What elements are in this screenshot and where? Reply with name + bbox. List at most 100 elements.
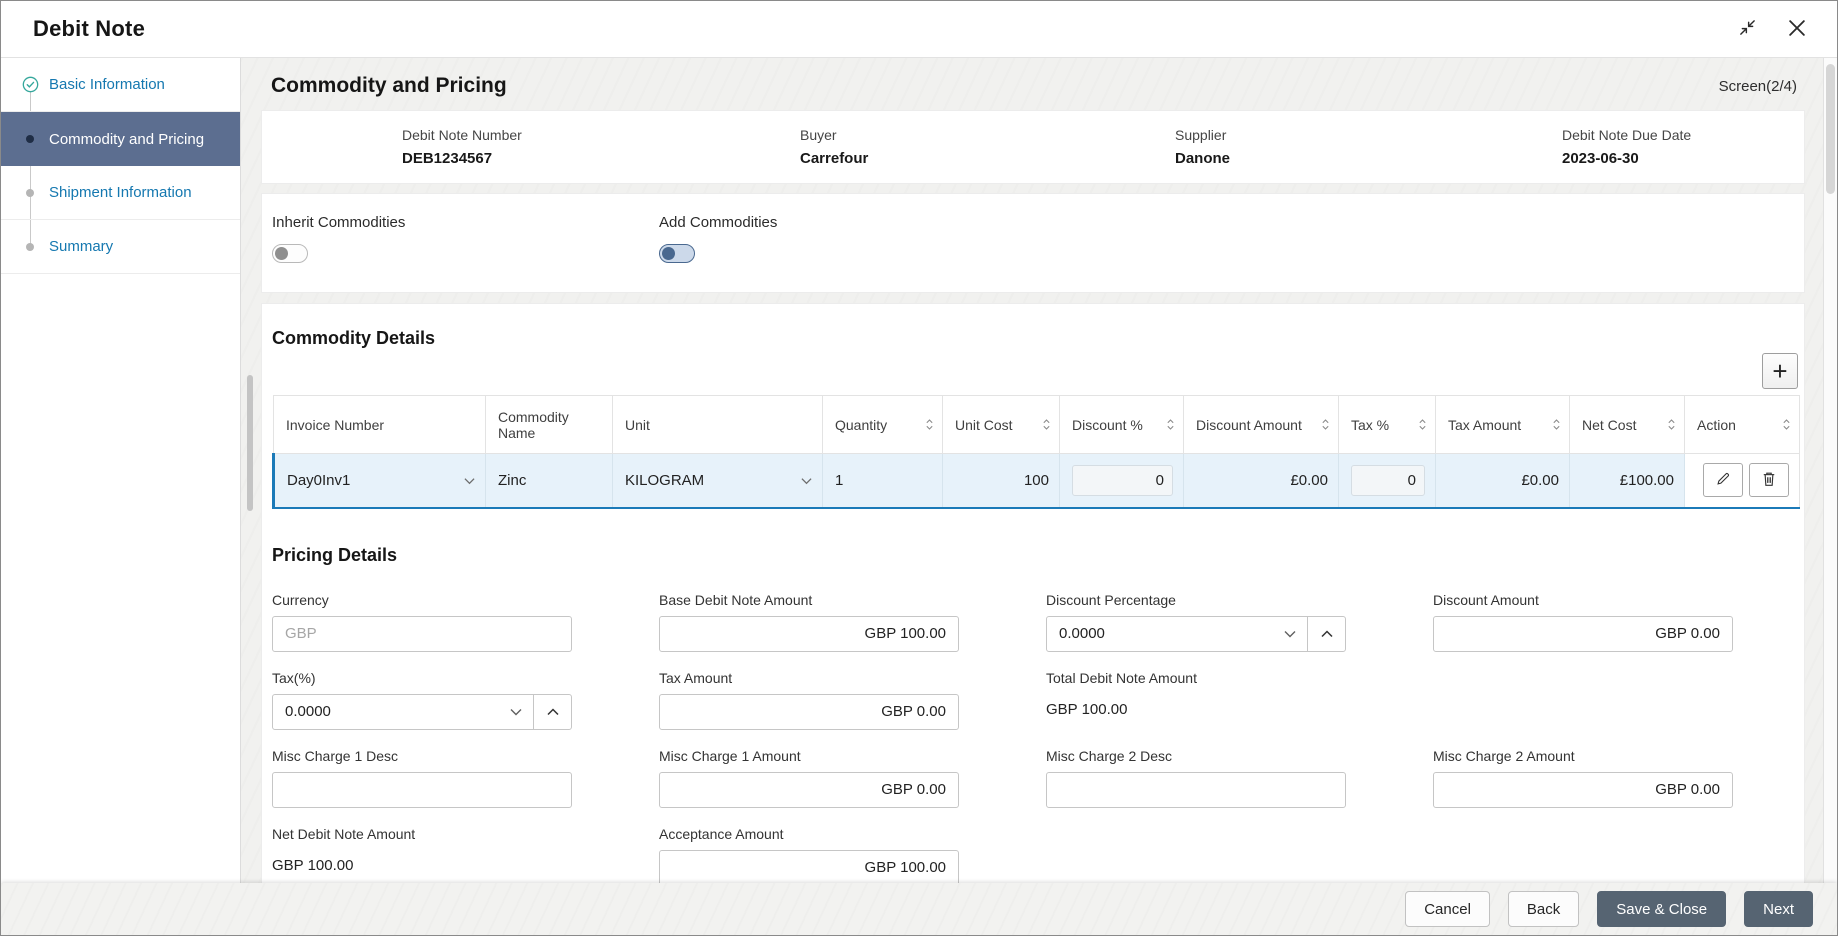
net-cost-cell: £100.00 — [1570, 454, 1685, 508]
field-value: 2023-06-30 — [1562, 150, 1804, 167]
inherit-commodities-toggle[interactable] — [272, 244, 308, 263]
edit-row-button[interactable] — [1703, 463, 1743, 497]
chevron-down-icon[interactable] — [1273, 630, 1307, 638]
unit-select[interactable]: KILOGRAM — [613, 454, 823, 508]
column-header-unit-cost: Unit Cost — [943, 396, 1060, 454]
step-dot-icon — [21, 135, 39, 143]
sort-icon[interactable] — [1782, 418, 1791, 431]
acceptance-amount-field-group: Acceptance Amount — [659, 826, 959, 884]
window-controls — [1736, 16, 1807, 42]
discount-amount-field-group: Discount Amount — [1433, 592, 1733, 652]
close-button[interactable] — [1787, 18, 1807, 41]
row-actions-cell — [1685, 454, 1800, 508]
field-label: Net Debit Note Amount — [272, 826, 572, 842]
close-icon — [1789, 20, 1805, 39]
combo-value: 0.0000 — [1047, 625, 1273, 642]
sort-icon[interactable] — [1042, 418, 1051, 431]
cancel-button[interactable]: Cancel — [1405, 891, 1490, 927]
step-summary[interactable]: Summary — [1, 220, 240, 274]
tax-percent-input[interactable]: 0 — [1351, 465, 1425, 496]
commodity-table: Invoice Number Commodity Name Unit Quant… — [272, 395, 1800, 509]
toggles-card: Inherit Commodities Add Commodities — [261, 193, 1805, 293]
sort-icon[interactable] — [1418, 418, 1427, 431]
summary-field-debit-note-number: Debit Note Number DEB1234567 — [402, 127, 800, 167]
discount-percentage-field-group: Discount Percentage 0.0000 — [1046, 592, 1346, 652]
chevron-up-icon — [1321, 626, 1333, 641]
field-label: Currency — [272, 592, 572, 608]
currency-input[interactable] — [272, 616, 572, 652]
sort-icon[interactable] — [1321, 418, 1330, 431]
chevron-down-icon[interactable] — [499, 708, 533, 716]
discount-percentage-combobox[interactable]: 0.0000 — [1046, 616, 1346, 652]
add-commodities-toggle[interactable] — [659, 244, 695, 263]
misc-charge-1-desc-group: Misc Charge 1 Desc — [272, 748, 572, 808]
tax-percent-field-group: Tax(%) 0.0000 — [272, 670, 572, 730]
field-value: Danone — [1175, 150, 1562, 167]
invoice-number-select[interactable]: Day0Inv1 — [274, 454, 486, 508]
step-label: Summary — [49, 238, 113, 255]
total-amount-field-group: Total Debit Note Amount GBP 100.00 — [1046, 670, 1346, 730]
add-commodity-button[interactable]: + — [1762, 353, 1798, 389]
chevron-down-icon — [801, 472, 812, 489]
step-label: Shipment Information — [49, 184, 192, 201]
commodity-table-row: Day0Inv1 Zinc KILOGRAM 1 100 0 — [274, 454, 1800, 508]
vertical-scrollbar-thumb[interactable] — [1826, 64, 1835, 194]
chevron-down-icon — [464, 472, 475, 489]
tax-percent-input-cell: 0 — [1339, 454, 1436, 508]
stepper-up-button[interactable] — [1307, 617, 1345, 651]
step-basic-information[interactable]: Basic Information — [1, 58, 240, 112]
stepper-up-button[interactable] — [533, 695, 571, 729]
field-label: Debit Note Due Date — [1562, 127, 1804, 143]
misc-charge-1-amount-input[interactable] — [659, 772, 959, 808]
commodity-card: Commodity Details + Invoice Number Commo… — [261, 303, 1805, 883]
misc-charge-1-desc-input[interactable] — [272, 772, 572, 808]
field-value: DEB1234567 — [402, 150, 800, 167]
step-dot-icon — [21, 243, 39, 251]
discount-percent-input[interactable]: 0 — [1072, 465, 1173, 496]
column-header-tax-percent: Tax % — [1339, 396, 1436, 454]
sort-icon[interactable] — [1552, 418, 1561, 431]
page-title: Commodity and Pricing — [271, 74, 507, 98]
sort-icon[interactable] — [925, 418, 934, 431]
pencil-icon — [1716, 471, 1731, 489]
restore-window-button[interactable] — [1736, 16, 1759, 42]
inherit-commodities-group: Inherit Commodities — [272, 214, 572, 292]
add-commodities-group: Add Commodities — [659, 214, 959, 292]
check-circle-icon — [21, 76, 39, 93]
spacer-cell — [1433, 670, 1733, 730]
misc-charge-2-amount-input[interactable] — [1433, 772, 1733, 808]
discount-percent-input-cell: 0 — [1060, 454, 1184, 508]
quantity-cell[interactable]: 1 — [823, 454, 943, 508]
discount-amount-input[interactable] — [1433, 616, 1733, 652]
step-label: Commodity and Pricing — [49, 131, 204, 148]
tax-amount-input[interactable] — [659, 694, 959, 730]
misc-charge-2-desc-group: Misc Charge 2 Desc — [1046, 748, 1346, 808]
acceptance-amount-input[interactable] — [659, 850, 959, 884]
trash-icon — [1762, 471, 1776, 490]
pricing-grid: Currency Base Debit Note Amount Discount… — [272, 592, 1800, 884]
misc-charge-2-desc-input[interactable] — [1046, 772, 1346, 808]
sort-icon[interactable] — [1667, 418, 1676, 431]
debit-note-window: Debit Note — [0, 0, 1838, 936]
vertical-scrollbar-track[interactable] — [1823, 58, 1837, 883]
net-debit-note-amount-value: GBP 100.00 — [272, 857, 572, 874]
step-commodity-and-pricing[interactable]: Commodity and Pricing — [1, 112, 240, 166]
tax-percent-combobox[interactable]: 0.0000 — [272, 694, 572, 730]
table-header-row: Invoice Number Commodity Name Unit Quant… — [274, 396, 1800, 454]
next-button[interactable]: Next — [1744, 891, 1813, 927]
back-button[interactable]: Back — [1508, 891, 1579, 927]
unit-cost-cell[interactable]: 100 — [943, 454, 1060, 508]
field-label: Acceptance Amount — [659, 826, 959, 842]
sort-icon[interactable] — [1166, 418, 1175, 431]
tax-amount-cell: £0.00 — [1436, 454, 1570, 508]
toggle-label: Inherit Commodities — [272, 214, 572, 231]
base-debit-note-amount-input[interactable] — [659, 616, 959, 652]
delete-row-button[interactable] — [1749, 463, 1789, 497]
footer-action-bar: Cancel Back Save & Close Next — [1, 883, 1837, 935]
save-and-close-button[interactable]: Save & Close — [1597, 891, 1726, 927]
content-scrollbar-thumb[interactable] — [247, 375, 253, 511]
field-label: Total Debit Note Amount — [1046, 670, 1346, 686]
step-shipment-information[interactable]: Shipment Information — [1, 166, 240, 220]
misc-charge-2-amount-group: Misc Charge 2 Amount — [1433, 748, 1733, 808]
column-header-quantity: Quantity — [823, 396, 943, 454]
